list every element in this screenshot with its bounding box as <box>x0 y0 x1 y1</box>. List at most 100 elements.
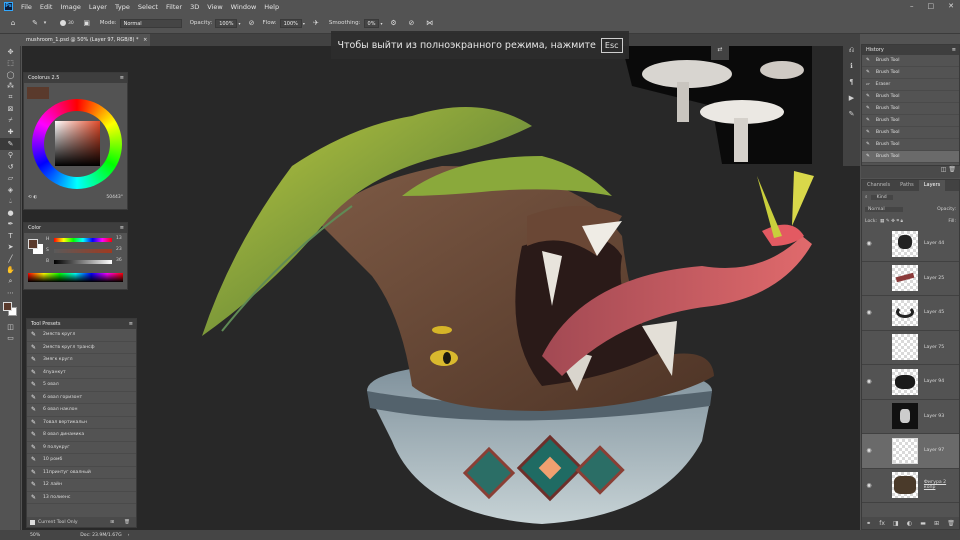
list-item[interactable]: ✎ 13 полиенс <box>27 492 136 504</box>
chevron-down-icon[interactable]: ▾ <box>238 21 240 26</box>
chevron-down-icon[interactable]: ▾ <box>380 21 382 26</box>
zoom-level[interactable]: 50% <box>30 533 40 538</box>
list-item[interactable]: ✎ 7овал вертикальн <box>27 417 136 429</box>
history-item-selected[interactable]: ✎ Brush Tool <box>862 151 959 163</box>
lasso-tool-icon[interactable]: ◯ <box>0 69 21 81</box>
history-item[interactable]: ✎ Brush Tool <box>862 127 959 139</box>
home-icon[interactable]: ⌂ <box>8 18 18 28</box>
trash-icon[interactable]: 🗑︎ <box>124 520 130 525</box>
list-item[interactable]: ✎ 6 овал горизонт <box>27 392 136 404</box>
eye-icon[interactable]: ◉ <box>862 240 876 247</box>
snapshot-icon[interactable]: ◫ <box>941 166 947 173</box>
history-item[interactable]: ▱ Eraser <box>862 79 959 91</box>
menu-filter[interactable]: Filter <box>166 3 182 11</box>
brush-preset-picker[interactable]: 30 <box>60 20 74 26</box>
chevron-down-icon[interactable]: ▾ <box>40 18 50 28</box>
layer-row-selected[interactable]: ◉ Layer 97 <box>862 434 959 469</box>
smoothing-field[interactable]: 0% <box>363 18 380 28</box>
brush-tool-icon[interactable]: ✎ <box>30 18 40 28</box>
panel-menu-icon[interactable]: ≡ <box>120 223 124 233</box>
layer-row[interactable]: ◉ Layer 45 <box>862 296 959 331</box>
history-item[interactable]: ✎ Brush Tool <box>862 139 959 151</box>
crop-tool-icon[interactable]: ⌗ <box>0 92 21 104</box>
foreground-color-swatch[interactable] <box>3 302 12 311</box>
layer-name[interactable]: Layer 94 <box>924 379 944 384</box>
brush-tool-icon[interactable]: ✎ <box>0 138 21 150</box>
trash-icon[interactable]: 🗑︎ <box>947 520 955 527</box>
hand-tool-icon[interactable]: ✋ <box>0 265 21 277</box>
color-swatches[interactable] <box>0 299 20 321</box>
link-icon[interactable]: ⚭ <box>866 520 871 527</box>
more-tools-icon[interactable]: ⋯ <box>0 288 21 300</box>
screen-mode-icon[interactable]: ▭ <box>0 333 21 345</box>
tab-paths[interactable]: Paths <box>895 180 919 191</box>
paint-bucket-icon[interactable]: ◈ <box>0 184 21 196</box>
lock-icons[interactable]: ▦ ✎ ✥ ⌗ 🔒︎ <box>880 218 903 224</box>
menu-image[interactable]: Image <box>60 3 80 11</box>
eye-icon[interactable]: ◉ <box>862 378 876 385</box>
list-item[interactable]: ✎ 2мяств кругл <box>27 329 136 342</box>
fx-icon[interactable]: fx <box>879 520 885 527</box>
tab-channels[interactable]: Channels <box>862 180 895 191</box>
menu-select[interactable]: Select <box>138 3 158 11</box>
history-panel-icon[interactable]: ⎌ <box>843 46 860 62</box>
history-brush-icon[interactable]: ↺ <box>0 161 21 173</box>
symmetry-icon[interactable]: ⋈ <box>424 18 434 28</box>
filter-kind-select[interactable]: Kind <box>870 194 893 200</box>
new-preset-icon[interactable]: ⊞ <box>110 520 114 525</box>
hue-value[interactable]: 13 <box>116 236 122 241</box>
move-tool-icon[interactable]: ✥ <box>0 46 21 58</box>
menu-window[interactable]: Window <box>231 3 257 11</box>
panel-options-icon[interactable]: ⇄ <box>711 46 729 60</box>
history-item[interactable]: ✎ Brush Tool <box>862 91 959 103</box>
menu-type[interactable]: Type <box>115 3 130 11</box>
notes-panel-icon[interactable]: ✎ <box>843 110 860 126</box>
line-tool-icon[interactable]: ╱ <box>0 253 21 265</box>
tab-layers[interactable]: Layers <box>918 180 946 191</box>
eye-icon[interactable]: ◉ <box>862 447 876 454</box>
layer-row[interactable]: Layer 75 <box>862 331 959 365</box>
blend-mode-select[interactable]: Normal <box>865 206 903 212</box>
eyedropper-tool-icon[interactable]: ⌿ <box>0 115 21 127</box>
layer-row[interactable]: ◉ Layer 94 <box>862 365 959 400</box>
gear-icon[interactable]: ⚙ <box>388 18 398 28</box>
layer-name[interactable]: Фигура 2 копр <box>924 480 959 490</box>
list-item[interactable]: ✎ 2мяств кругл трансф <box>27 342 136 354</box>
maximize-icon[interactable]: □ <box>928 2 935 10</box>
layer-name[interactable]: Layer 75 <box>924 345 944 350</box>
minimize-icon[interactable]: – <box>910 2 914 10</box>
color-ramp[interactable] <box>28 273 123 282</box>
history-item[interactable]: ✎ Brush Tool <box>862 55 959 67</box>
layer-row[interactable]: Layer 93 <box>862 400 959 434</box>
layer-name[interactable]: Layer 25 <box>924 276 944 281</box>
wheel-controls[interactable]: ⟲ ◐ <box>28 195 37 200</box>
panel-menu-icon[interactable]: ≡ <box>120 73 124 83</box>
menu-file[interactable]: File <box>21 3 32 11</box>
mask-icon[interactable]: ◨ <box>893 520 899 527</box>
mode-select[interactable]: Normal <box>119 18 182 28</box>
saturation-brightness-square[interactable] <box>55 121 100 166</box>
brush-settings-icon[interactable]: ▣ <box>82 18 92 28</box>
list-item[interactable]: ✎ 10 ромб <box>27 454 136 467</box>
list-item[interactable]: ✎ 9 полукруг <box>27 442 136 454</box>
pen-tool-icon[interactable]: ✒ <box>0 219 21 231</box>
zoom-tool-icon[interactable]: ⌕ <box>0 276 21 288</box>
history-item[interactable]: ✎ Brush Tool <box>862 67 959 79</box>
document-canvas[interactable] <box>22 46 860 530</box>
flow-field[interactable]: 100% <box>279 18 302 28</box>
pressure-size-icon[interactable]: ⊘ <box>406 18 416 28</box>
marquee-tool-icon[interactable]: ⬚ <box>0 58 21 70</box>
chevron-down-icon[interactable]: ▾ <box>303 21 305 26</box>
color-wheel-area[interactable]: ⟲ ◐ 50443° <box>24 83 127 209</box>
layer-name[interactable]: Layer 97 <box>924 448 944 453</box>
layer-row[interactable]: Layer 25 <box>862 262 959 296</box>
list-item[interactable]: ✎ 12 лайн <box>27 479 136 492</box>
eye-icon[interactable]: ◉ <box>862 482 876 489</box>
close-icon[interactable]: ✕ <box>948 2 954 10</box>
layer-row[interactable]: ◉ Layer 44 <box>862 227 959 262</box>
healing-brush-icon[interactable]: ✚ <box>0 127 21 139</box>
actions-panel-icon[interactable]: ▶ <box>843 94 860 110</box>
list-item[interactable]: ✎ 5 овал <box>27 379 136 392</box>
clone-stamp-icon[interactable]: ⚲ <box>0 150 21 162</box>
menu-layer[interactable]: Layer <box>89 3 107 11</box>
